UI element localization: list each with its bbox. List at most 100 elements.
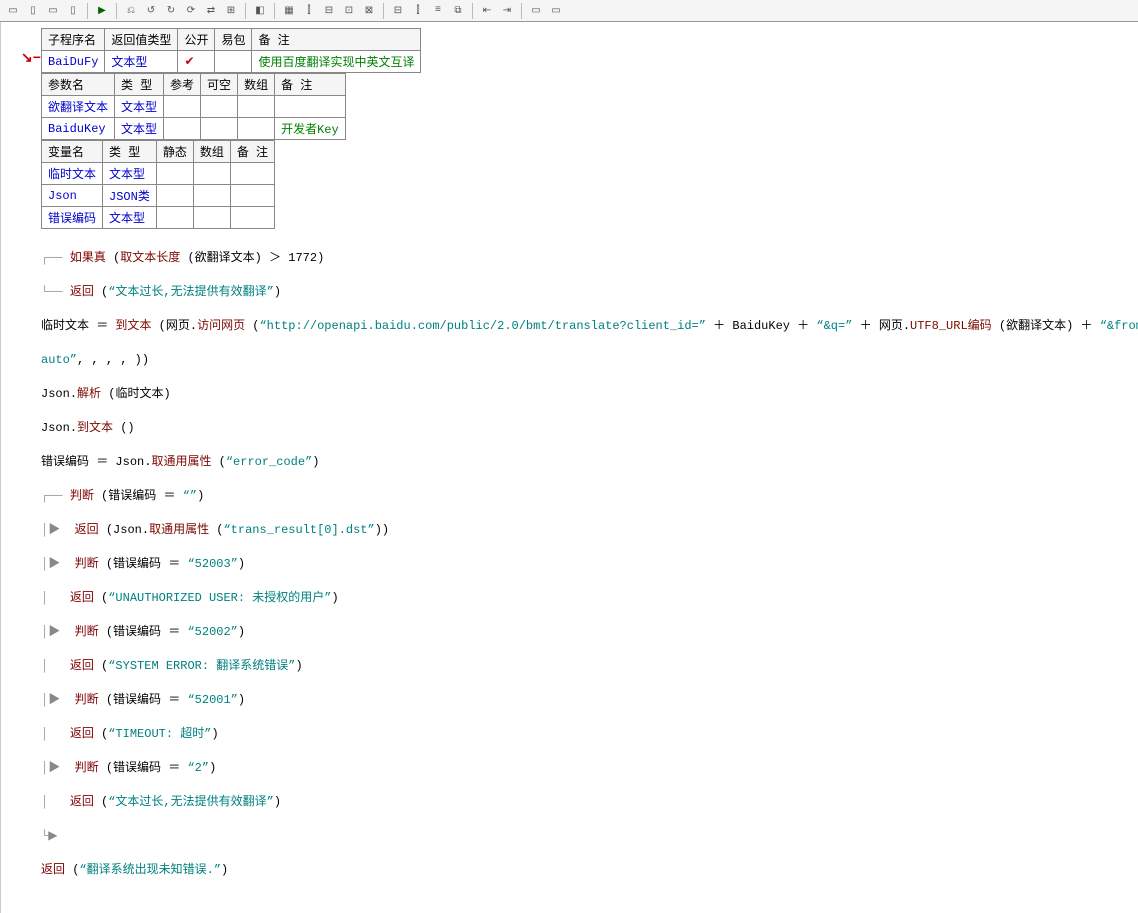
tb-btn-16[interactable]: ⊠ bbox=[360, 2, 378, 20]
th-var-type: 类 型 bbox=[103, 141, 157, 163]
tb-btn-1[interactable]: ▭ bbox=[4, 2, 22, 20]
code-line[interactable]: │▶ 判断 (错误编码 ＝ “52002”) bbox=[41, 624, 1138, 641]
cell[interactable]: 临时文本 bbox=[42, 163, 103, 185]
cell[interactable] bbox=[164, 96, 201, 118]
tb-btn-8[interactable]: ⟳ bbox=[182, 2, 200, 20]
code-line[interactable]: │▶ 判断 (错误编码 ＝ “2”) bbox=[41, 760, 1138, 777]
cell[interactable]: BaiduKey bbox=[42, 118, 115, 140]
tb-btn-7[interactable]: ↻ bbox=[162, 2, 180, 20]
code-line[interactable]: ┌── 如果真 (取文本长度 (欲翻译文本) ＞ 1772) bbox=[41, 250, 1138, 267]
cell[interactable] bbox=[193, 185, 230, 207]
tb-btn-3[interactable]: ▭ bbox=[44, 2, 62, 20]
cell[interactable] bbox=[275, 96, 346, 118]
cell-remark[interactable]: 使用百度翻译实现中英文互译 bbox=[252, 51, 421, 73]
code-line[interactable]: └▶ bbox=[41, 828, 1138, 845]
th-sub-name: 子程序名 bbox=[42, 29, 105, 51]
tb-btn-5[interactable]: ⎌ bbox=[122, 2, 140, 20]
tb-btn-12[interactable]: ▦ bbox=[280, 2, 298, 20]
code-line[interactable]: auto”, , , , )) bbox=[41, 352, 1138, 369]
tb-btn-2[interactable]: ▯ bbox=[24, 2, 42, 20]
code-line[interactable]: ┌── 判断 (错误编码 ＝ “”) bbox=[41, 488, 1138, 505]
cell[interactable] bbox=[230, 163, 274, 185]
cell[interactable] bbox=[230, 207, 274, 229]
cell[interactable]: 开发者Key bbox=[275, 118, 346, 140]
code-line[interactable]: Json.解析 (临时文本) bbox=[41, 386, 1138, 403]
table-row[interactable]: 临时文本 文本型 bbox=[42, 163, 275, 185]
cell-ret-type[interactable]: 文本型 bbox=[105, 51, 178, 73]
tb-btn-10[interactable]: ⊞ bbox=[222, 2, 240, 20]
th-ret-type: 返回值类型 bbox=[105, 29, 178, 51]
table-row[interactable]: Json JSON类 bbox=[42, 185, 275, 207]
tb-btn-22[interactable]: ⇥ bbox=[498, 2, 516, 20]
code-line[interactable]: │▶ 判断 (错误编码 ＝ “52001”) bbox=[41, 692, 1138, 709]
th-param-name: 参数名 bbox=[42, 74, 115, 96]
table-header-row: 子程序名 返回值类型 公开 易包 备 注 bbox=[42, 29, 421, 51]
code-content: 子程序名 返回值类型 公开 易包 备 注 BaiDuFy 文本型 ✔ 使用百度翻… bbox=[41, 22, 1138, 913]
tb-btn-20[interactable]: ⧉ bbox=[449, 2, 467, 20]
cell[interactable] bbox=[238, 118, 275, 140]
cell[interactable] bbox=[193, 163, 230, 185]
tb-btn-11[interactable]: ◧ bbox=[251, 2, 269, 20]
code-line[interactable]: │ 返回 (“TIMEOUT: 超时”) bbox=[41, 726, 1138, 743]
th-param-ref: 参考 bbox=[164, 74, 201, 96]
cell[interactable] bbox=[201, 96, 238, 118]
gutter-markers: ↘− bbox=[1, 22, 41, 913]
code-line[interactable]: │ 返回 (“文本过长,无法提供有效翻译”) bbox=[41, 794, 1138, 811]
cell[interactable]: Json bbox=[42, 185, 103, 207]
tb-btn-9[interactable]: ⇄ bbox=[202, 2, 220, 20]
code-line[interactable]: 临时文本 ＝ 到文本 (网页.访问网页 (“http://openapi.bai… bbox=[41, 318, 1138, 335]
tb-btn-23[interactable]: ▭ bbox=[527, 2, 545, 20]
cell[interactable] bbox=[238, 96, 275, 118]
cell-epkg[interactable] bbox=[215, 51, 252, 73]
table-row[interactable]: BaiDuFy 文本型 ✔ 使用百度翻译实现中英文互译 bbox=[42, 51, 421, 73]
tb-btn-18[interactable]: ⫿ bbox=[409, 2, 427, 20]
toolbar: ▭ ▯ ▭ ▯ ▶ ⎌ ↺ ↻ ⟳ ⇄ ⊞ ◧ ▦ ⫿ ⊟ ⊡ ⊠ ⊟ ⫿ ≡ … bbox=[0, 0, 1138, 22]
table-header-row: 参数名 类 型 参考 可空 数组 备 注 bbox=[42, 74, 346, 96]
th-var-static: 静态 bbox=[156, 141, 193, 163]
tb-btn-17[interactable]: ⊟ bbox=[389, 2, 407, 20]
th-epkg: 易包 bbox=[215, 29, 252, 51]
code-line[interactable]: │ 返回 (“UNAUTHORIZED USER: 未授权的用户”) bbox=[41, 590, 1138, 607]
editor-main: ↘− 子程序名 返回值类型 公开 易包 备 注 BaiDuFy 文本型 ✔ 使用… bbox=[0, 22, 1138, 913]
cell[interactable]: 文本型 bbox=[103, 163, 157, 185]
cell[interactable] bbox=[193, 207, 230, 229]
tb-btn-21[interactable]: ⇤ bbox=[478, 2, 496, 20]
th-remark: 备 注 bbox=[252, 29, 421, 51]
cell[interactable]: 欲翻译文本 bbox=[42, 96, 115, 118]
cell[interactable]: 错误编码 bbox=[42, 207, 103, 229]
cell-sub-name[interactable]: BaiDuFy bbox=[42, 51, 105, 73]
cell[interactable] bbox=[201, 118, 238, 140]
cell[interactable]: 文本型 bbox=[103, 207, 157, 229]
cell[interactable] bbox=[230, 185, 274, 207]
code-body[interactable]: ┌── 如果真 (取文本长度 (欲翻译文本) ＞ 1772) └── 返回 (“… bbox=[41, 229, 1138, 913]
tb-run-icon[interactable]: ▶ bbox=[93, 2, 111, 20]
code-line[interactable]: 错误编码 ＝ Json.取通用属性 (“error_code”) bbox=[41, 454, 1138, 471]
cell-public-check[interactable]: ✔ bbox=[178, 51, 215, 73]
table-row[interactable]: BaiduKey 文本型 开发者Key bbox=[42, 118, 346, 140]
code-line[interactable]: │▶ 判断 (错误编码 ＝ “52003”) bbox=[41, 556, 1138, 573]
cell[interactable]: 文本型 bbox=[115, 118, 164, 140]
tb-btn-14[interactable]: ⊟ bbox=[320, 2, 338, 20]
code-line[interactable]: │▶ 返回 (Json.取通用属性 (“trans_result[0].dst”… bbox=[41, 522, 1138, 539]
cell[interactable]: JSON类 bbox=[103, 185, 157, 207]
tb-btn-19[interactable]: ≡ bbox=[429, 2, 447, 20]
tb-btn-6[interactable]: ↺ bbox=[142, 2, 160, 20]
tb-btn-24[interactable]: ▭ bbox=[547, 2, 565, 20]
table-row[interactable]: 错误编码 文本型 bbox=[42, 207, 275, 229]
tb-btn-4[interactable]: ▯ bbox=[64, 2, 82, 20]
cell[interactable]: 文本型 bbox=[115, 96, 164, 118]
code-line[interactable]: 返回 (“翻译系统出现未知错误.”) bbox=[41, 862, 1138, 879]
th-param-remark: 备 注 bbox=[275, 74, 346, 96]
code-line[interactable]: └── 返回 (“文本过长,无法提供有效翻译”) bbox=[41, 284, 1138, 301]
cell[interactable] bbox=[156, 185, 193, 207]
cell[interactable] bbox=[156, 207, 193, 229]
tb-btn-13[interactable]: ⫿ bbox=[300, 2, 318, 20]
code-line[interactable]: │ 返回 (“SYSTEM ERROR: 翻译系统错误”) bbox=[41, 658, 1138, 675]
tb-btn-15[interactable]: ⊡ bbox=[340, 2, 358, 20]
th-var-remark: 备 注 bbox=[230, 141, 274, 163]
cell[interactable] bbox=[156, 163, 193, 185]
code-line[interactable]: Json.到文本 () bbox=[41, 420, 1138, 437]
marker-collapse-icon[interactable]: ↘− bbox=[1, 50, 41, 67]
table-row[interactable]: 欲翻译文本 文本型 bbox=[42, 96, 346, 118]
cell[interactable] bbox=[164, 118, 201, 140]
